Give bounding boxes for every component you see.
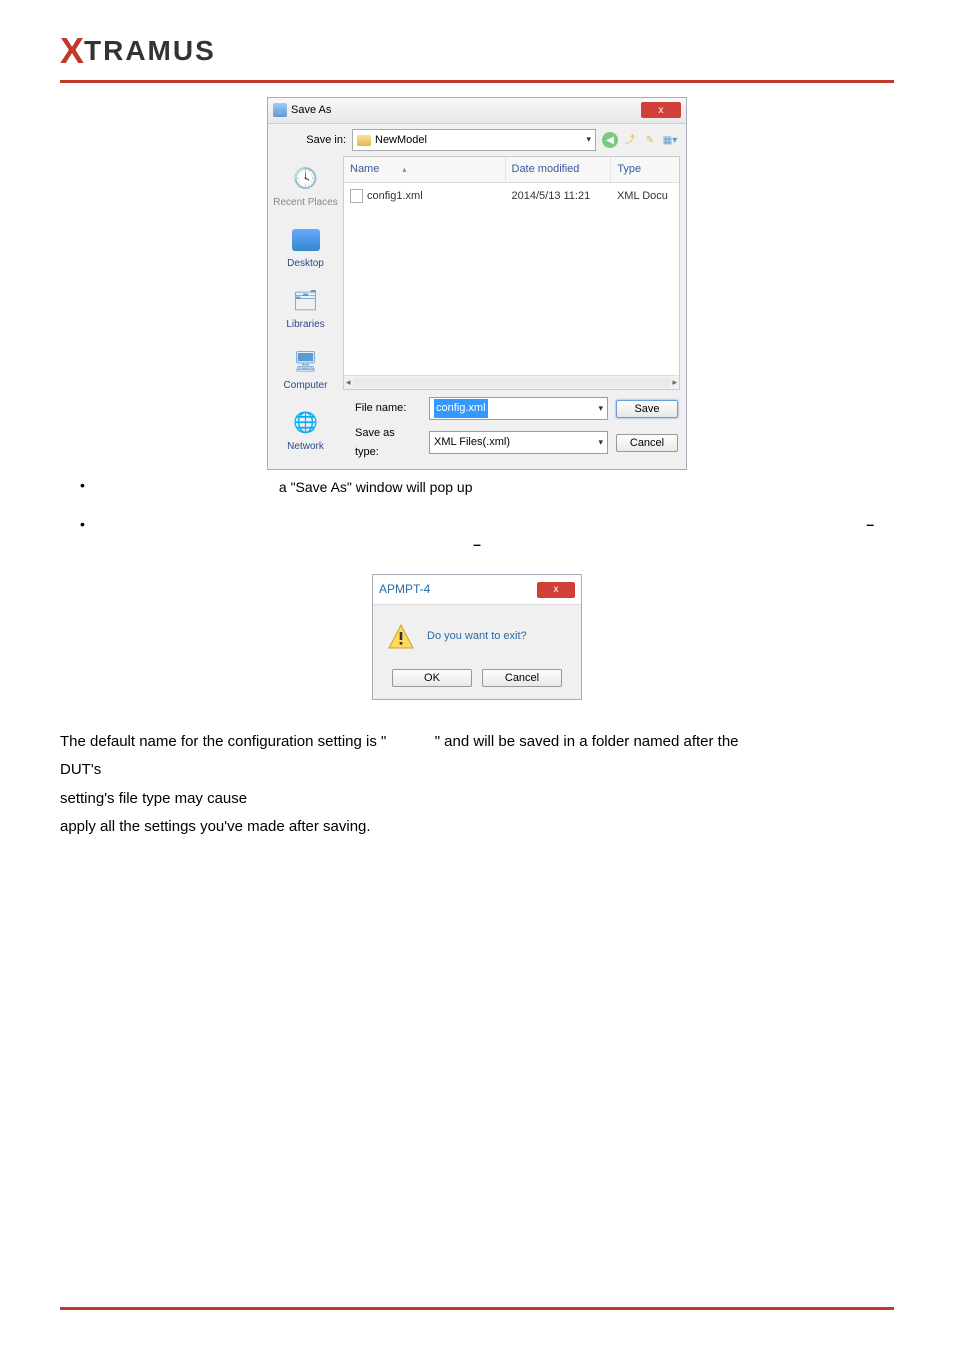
sidebar-network-label: Network — [270, 438, 341, 455]
column-date[interactable]: Date modified — [506, 157, 612, 182]
sidebar-desktop-label: Desktop — [270, 255, 341, 272]
ok-button[interactable]: OK — [392, 669, 472, 687]
save-as-bottom: File name: config.xml ▾ Save Save as typ… — [343, 390, 686, 469]
footer-divider — [60, 1307, 894, 1310]
column-name-label: Name — [350, 163, 379, 175]
scroll-track[interactable] — [353, 378, 671, 388]
new-folder-icon[interactable]: ✎ — [642, 132, 658, 148]
recent-places-icon: 🕓 — [291, 166, 321, 192]
sidebar-recent-places[interactable]: 🕓 Recent Places — [268, 160, 343, 221]
folder-icon — [357, 135, 371, 146]
save-as-titlebar: Save As x — [268, 98, 686, 124]
computer-icon: 🖥 — [291, 349, 321, 375]
warning-icon — [387, 623, 415, 651]
nav-up-icon[interactable]: ⤴ — [622, 132, 638, 148]
page-content: Save As x Save in: NewModel ▾ ◀ ⤴ ✎ ▦▾ — [60, 97, 894, 842]
chevron-down-icon[interactable]: ▾ — [598, 401, 603, 416]
file-name: config1.xml — [367, 187, 423, 206]
scroll-left-icon[interactable]: ◂ — [346, 375, 351, 390]
exit-dialog-body: Do you want to exit? — [373, 605, 581, 669]
file-row[interactable]: config1.xml 2014/5/13 11:21 XML Docu — [344, 183, 679, 210]
network-icon: 🌐 — [291, 410, 321, 436]
bullet-save-as-text: a "Save As" window will pop up — [279, 476, 473, 498]
brand-logo: X TRAMUS — [60, 30, 894, 72]
sidebar-network[interactable]: 🌐 Network — [268, 404, 343, 465]
horizontal-scrollbar[interactable]: ◂ ▸ — [344, 375, 679, 389]
para-line4: apply all the settings you've made after… — [60, 818, 371, 835]
file-list: Name ▴ Date modified Type config1.xml — [343, 156, 680, 390]
scroll-right-icon[interactable]: ▸ — [672, 375, 677, 390]
para-line2: DUT's — [60, 761, 101, 778]
exit-dialog-message: Do you want to exit? — [427, 627, 527, 646]
bullet-save-as: • a "Save As" window will pop up — [80, 476, 894, 498]
xml-file-icon — [350, 189, 363, 203]
file-list-header: Name ▴ Date modified Type — [344, 157, 679, 183]
header-divider — [60, 80, 894, 83]
save-as-dialog: Save As x Save in: NewModel ▾ ◀ ⤴ ✎ ▦▾ — [267, 97, 687, 470]
desktop-icon — [291, 227, 321, 253]
nav-back-icon[interactable]: ◀ — [602, 132, 618, 148]
file-list-rows: config1.xml 2014/5/13 11:21 XML Docu — [344, 183, 679, 375]
column-name[interactable]: Name ▴ — [344, 157, 506, 182]
save-as-title-text: Save As — [291, 101, 331, 120]
sidebar-computer[interactable]: 🖥 Computer — [268, 343, 343, 404]
sort-indicator-icon: ▴ — [402, 165, 406, 174]
sidebar-desktop[interactable]: Desktop — [268, 221, 343, 282]
close-button[interactable]: x — [641, 102, 681, 118]
para-line1a: The default name for the configuration s… — [60, 733, 391, 750]
column-type[interactable]: Type — [611, 157, 679, 182]
logo-text: TRAMUS — [84, 35, 216, 67]
save-in-label: Save in: — [276, 131, 346, 150]
exit-confirm-dialog: APMPT-4 x Do you want to exit? OK Cancel — [372, 574, 582, 699]
file-date: 2014/5/13 11:21 — [506, 184, 611, 209]
close-icon: x — [659, 102, 664, 119]
cancel-button[interactable]: Cancel — [482, 669, 562, 687]
bullet-icon: • — [80, 515, 85, 535]
sidebar-libraries-label: Libraries — [270, 316, 341, 333]
para-line3: setting's file type may cause — [60, 790, 247, 807]
filename-label: File name: — [351, 399, 421, 418]
save-as-type-value: XML Files(.xml) — [434, 433, 510, 452]
para-line1b: " and will be saved in a folder named af… — [435, 733, 739, 750]
dash-right: – — [866, 513, 874, 537]
save-button[interactable]: Save — [616, 400, 678, 418]
close-button[interactable]: x — [537, 582, 575, 598]
chevron-down-icon[interactable]: ▾ — [598, 435, 603, 450]
places-sidebar: 🕓 Recent Places Desktop 🗂 Libraries 🖥 Co… — [268, 156, 343, 469]
sidebar-computer-label: Computer — [270, 377, 341, 394]
nav-toolbar: ◀ ⤴ ✎ ▦▾ — [602, 132, 678, 148]
exit-dialog-buttons: OK Cancel — [373, 669, 581, 699]
body-paragraph: The default name for the configuration s… — [60, 728, 894, 842]
exit-dialog-titlebar: APMPT-4 x — [373, 575, 581, 604]
close-icon: x — [554, 581, 559, 598]
sidebar-recent-label: Recent Places — [270, 194, 341, 211]
sidebar-libraries[interactable]: 🗂 Libraries — [268, 282, 343, 343]
bullet-icon: • — [80, 476, 85, 496]
file-type: XML Docu — [611, 184, 679, 209]
libraries-icon: 🗂 — [291, 288, 321, 314]
save-as-type-label: Save as type: — [351, 424, 421, 461]
save-in-folder-name: NewModel — [375, 131, 427, 150]
save-in-dropdown[interactable]: NewModel ▾ — [352, 129, 596, 152]
exit-dialog-title: APMPT-4 — [379, 579, 430, 599]
cancel-button[interactable]: Cancel — [616, 434, 678, 452]
save-as-type-dropdown[interactable]: XML Files(.xml) ▾ — [429, 431, 608, 454]
minus-center: – — [473, 536, 481, 552]
filename-input[interactable]: config.xml ▾ — [429, 397, 608, 420]
filename-value: config.xml — [434, 399, 488, 418]
save-as-title-icon — [273, 103, 287, 117]
view-menu-icon[interactable]: ▦▾ — [662, 132, 678, 148]
logo-x: X — [60, 30, 84, 72]
save-in-row: Save in: NewModel ▾ ◀ ⤴ ✎ ▦▾ — [268, 124, 686, 157]
chevron-down-icon: ▾ — [586, 132, 591, 147]
